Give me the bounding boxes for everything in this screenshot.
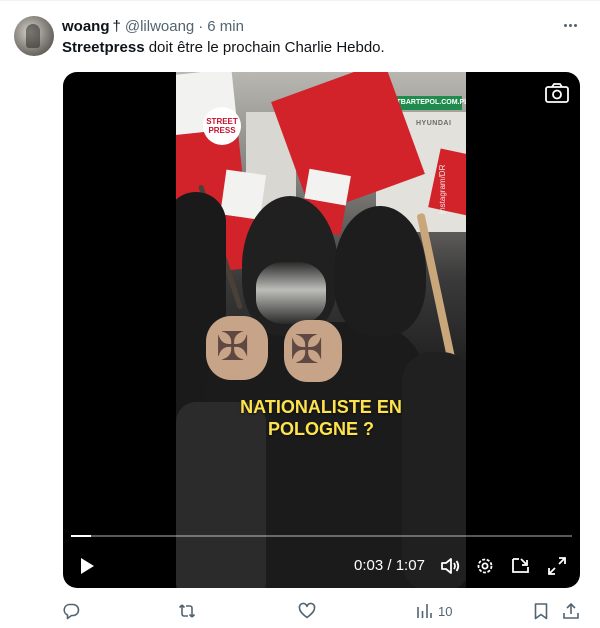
video-controls: 0:03 / 1:07 (63, 550, 580, 582)
tweet[interactable]: woang † @lilwoang · 6 min Streetpress do… (0, 0, 600, 628)
views-count: 10 (438, 603, 453, 619)
video-progress-bar[interactable] (71, 535, 572, 537)
more-dot-icon (573, 23, 577, 27)
tweet-text-body: doit être le prochain Charlie Hebdo. (144, 39, 385, 56)
timestamp[interactable]: 6 min (207, 18, 244, 35)
video-frame[interactable]: HOTBARTEPOL.COM.PL HYUNDAI ✠ ✠ STREET PR… (176, 72, 466, 588)
tweet-text-mention[interactable]: Streetpress (62, 39, 145, 56)
like-button[interactable] (298, 599, 316, 623)
video-caption-line1: NATIONALISTE EN (240, 397, 402, 417)
video-progress-fill (71, 535, 92, 537)
more-dot-icon (563, 23, 567, 27)
billboard-sign-secondary: HYUNDAI (416, 120, 452, 127)
logo-line: PRESS (208, 126, 236, 135)
video-player[interactable]: HOTBARTEPOL.COM.PL HYUNDAI ✠ ✠ STREET PR… (63, 72, 580, 588)
retweet-button[interactable] (178, 599, 196, 623)
picture-in-picture-icon[interactable] (510, 555, 532, 577)
camera-icon[interactable] (544, 82, 570, 104)
name-suffix: † (112, 17, 121, 35)
retweet-icon (178, 604, 196, 618)
tweet-header: woang † @lilwoang · 6 min (62, 16, 244, 36)
avatar[interactable] (14, 16, 54, 56)
separator-dot: · (198, 17, 204, 35)
hooded-figure (334, 206, 426, 336)
more-options-button[interactable] (560, 15, 580, 35)
video-time-current: 0:03 (354, 557, 384, 574)
reply-icon (63, 603, 80, 620)
video-time-total: 1:07 (395, 557, 425, 574)
display-name[interactable]: woang (62, 18, 110, 35)
heart-icon (298, 602, 316, 619)
streetpress-logo: STREET PRESS (203, 107, 241, 145)
settings-gear-icon[interactable] (474, 555, 496, 577)
video-time: 0:03 / 1:07 (354, 556, 425, 576)
play-icon[interactable] (77, 556, 97, 576)
fullscreen-icon[interactable] (546, 555, 568, 577)
hand-tattoo: ✠ (216, 324, 250, 370)
video-caption-line2: POLOGNE ? (267, 419, 374, 439)
tweet-actions: 10 (62, 599, 582, 623)
logo-line: STREET (206, 117, 238, 126)
views-chart-icon (417, 604, 432, 618)
reply-button[interactable] (62, 599, 80, 623)
video-time-separator: / (383, 557, 396, 574)
views-button[interactable]: 10 (415, 599, 452, 623)
skull-mask (256, 262, 326, 324)
photo-credit: Instagram/DR (438, 164, 447, 214)
user-handle[interactable]: @lilwoang (125, 18, 194, 35)
bookmark-button[interactable] (532, 599, 550, 623)
bookmark-icon (534, 603, 548, 620)
tweet-text: Streetpress doit être le prochain Charli… (62, 38, 385, 58)
share-button[interactable] (562, 599, 580, 623)
hand-tattoo: ✠ (290, 327, 324, 373)
more-dot-icon (568, 23, 572, 27)
share-icon (563, 602, 579, 619)
volume-icon[interactable] (439, 555, 461, 577)
